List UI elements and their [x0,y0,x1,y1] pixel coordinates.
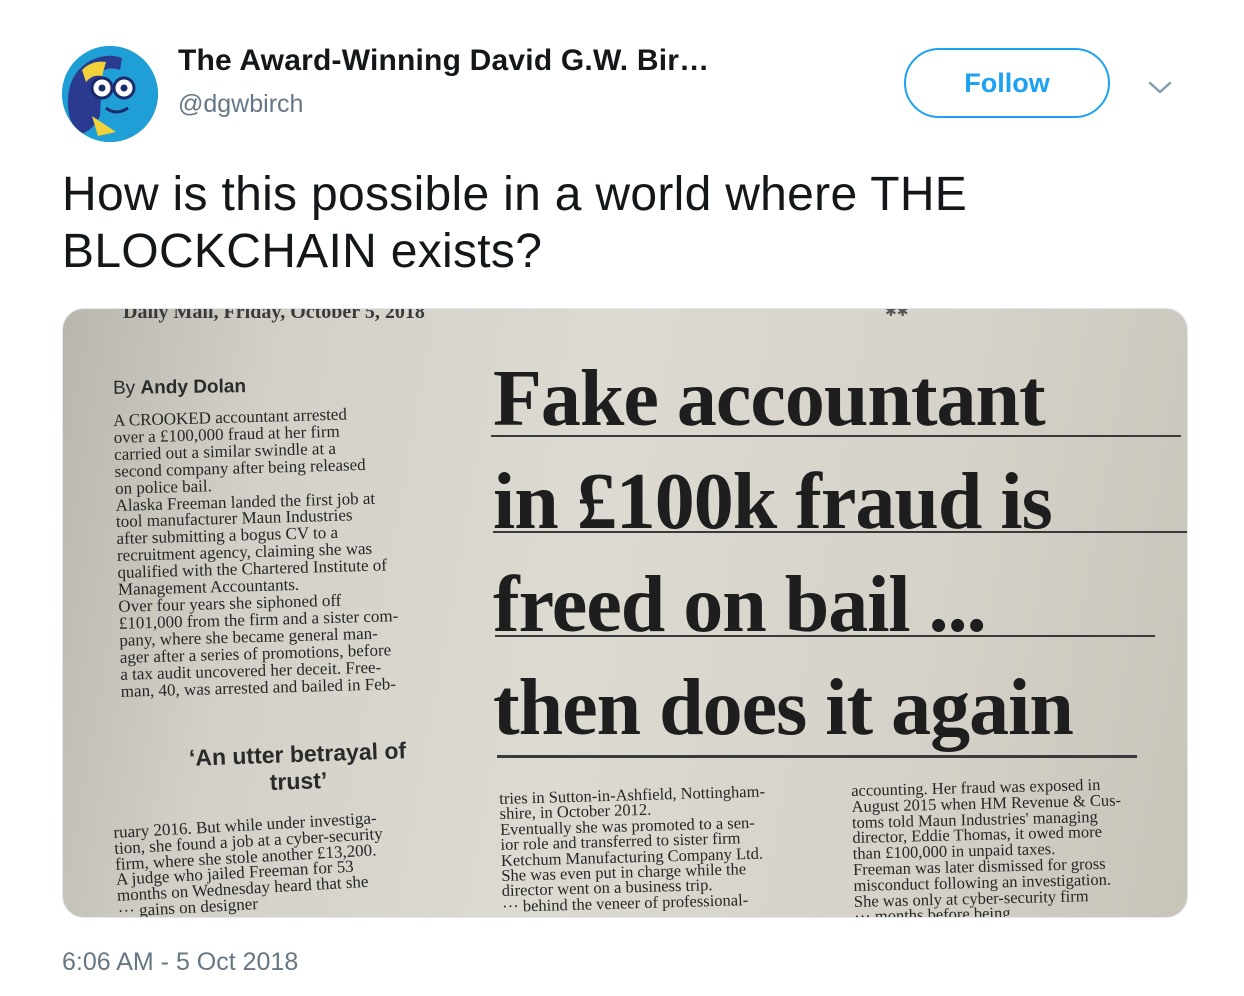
article-column-2: ruary 2016. But while under investiga- t… [113,808,387,917]
avatar[interactable] [62,46,158,142]
newspaper-star-mark: ✱✱ [885,308,909,319]
article-column-1: A CROOKED accountant arrested over a £10… [113,404,400,700]
article-subheading: ‘An utter betrayal of trust’ [188,737,407,795]
headline-line: then does it again [493,664,1074,752]
tweet-text: How is this possible in a world where TH… [62,168,968,278]
tweet-timestamp[interactable]: 6:06 AM - 5 Oct 2018 [62,948,298,977]
byline-prefix: By [112,377,136,399]
article-column-4: accounting. Her fraud was exposed in Aug… [851,775,1124,917]
article-headline: Fake accountant in £100k fraud is freed … [493,349,1173,761]
avatar-face-icon [62,46,158,142]
follow-button[interactable]: Follow [904,48,1110,118]
byline-name: Andy Dolan [140,376,247,399]
article-column-3: tries in Sutton-in-Ashfield, Nottingham-… [499,782,768,916]
newspaper-masthead: Daily Mail, Friday, October 5, 2018 [123,308,425,323]
user-handle[interactable]: @dgwbirch [178,90,303,119]
headline-line: freed on bail ... [493,561,987,649]
tweet-photo[interactable]: Daily Mail, Friday, October 5, 2018 ✱✱ B… [62,308,1188,918]
headline-line: Fake accountant [493,355,1046,443]
headline-line: in £100k fraud is [493,458,1053,546]
display-name[interactable]: The Award-Winning David G.W. Bir… [178,44,709,78]
article-byline: By Andy Dolan [113,376,246,400]
chevron-down-icon[interactable] [1142,70,1178,106]
